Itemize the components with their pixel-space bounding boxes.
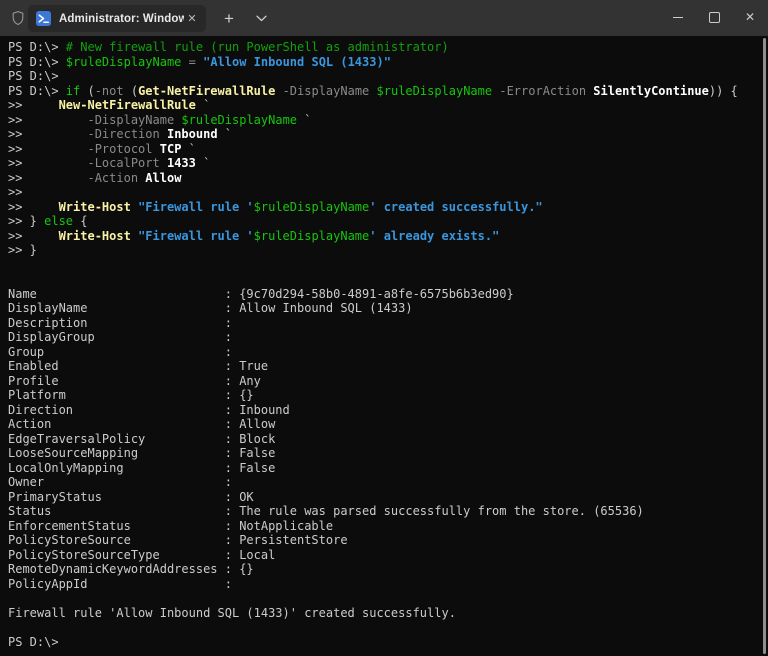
terminal-line: RemoteDynamicKeywordAddresses : {} [8, 562, 254, 576]
admin-shield-icon [9, 9, 27, 27]
terminal-line: >> -DisplayName $ruleDisplayName ` [8, 112, 312, 127]
title-bar: Administrator: Windows Pow ✕ + ✕ [0, 0, 768, 36]
terminal-line: PS D:\> if (-not (Get-NetFirewallRule -D… [8, 83, 738, 98]
terminal-line: Name : {9c70d294-58b0-4891-a8fe-6575b6b3… [8, 286, 514, 301]
terminal-line: PS D:\> [8, 69, 59, 83]
terminal-line: Platform : {} [8, 388, 254, 402]
minimize-icon [673, 16, 683, 18]
terminal-line: >> } [8, 243, 37, 257]
minimize-button[interactable] [660, 0, 696, 34]
terminal-line: Owner : [8, 475, 232, 489]
terminal-line: >> -Action Allow [8, 170, 182, 185]
powershell-icon [36, 11, 51, 26]
new-tab-button[interactable]: + [212, 5, 246, 32]
tab-title: Administrator: Windows Pow [59, 12, 184, 25]
terminal-output[interactable]: PS D:\> # New firewall rule (run PowerSh… [0, 36, 768, 656]
close-button[interactable]: ✕ [732, 0, 768, 34]
tab-dropdown-chevron-icon[interactable] [246, 5, 276, 32]
terminal-line: Group : [8, 344, 232, 359]
tab-administrator-powershell[interactable]: Administrator: Windows Pow ✕ [28, 5, 206, 32]
terminal-line: LocalOnlyMapping : False [8, 460, 276, 475]
terminal-line: DisplayName : Allow Inbound SQL (1433) [8, 301, 413, 315]
terminal-line: LooseSourceMapping : False [8, 446, 276, 460]
terminal-line: >> } else { [8, 214, 88, 228]
terminal-line: PS D:\> [8, 634, 59, 649]
terminal-line: Enabled : True [8, 359, 269, 373]
terminal-line: >> Write-Host "Firewall rule '$ruleDispl… [8, 199, 543, 214]
terminal-line: PolicyAppId : [8, 576, 232, 591]
terminal-line: PS D:\> # New firewall rule (run PowerSh… [8, 40, 449, 54]
terminal-line: >> -Direction Inbound ` [8, 127, 232, 141]
terminal-line: PrimaryStatus : OK [8, 489, 254, 504]
maximize-icon [708, 11, 720, 23]
terminal-line: Status : The rule was parsed successfull… [8, 504, 644, 518]
terminal-line: EdgeTraversalPolicy : Block [8, 431, 276, 446]
close-icon: ✕ [744, 10, 756, 24]
tab-close-icon[interactable]: ✕ [184, 11, 200, 27]
terminal-line: PolicyStoreSource : PersistentStore [8, 533, 348, 547]
terminal-window: Administrator: Windows Pow ✕ + ✕ PS D:\>… [0, 0, 768, 656]
terminal-line: >> Write-Host "Firewall rule '$ruleDispl… [8, 228, 500, 243]
terminal-line: Description : [8, 315, 232, 330]
terminal-line: PolicyStoreSourceType : Local [8, 547, 276, 562]
terminal-line: >> -LocalPort 1433 ` [8, 156, 211, 170]
terminal-line: Firewall rule 'Allow Inbound SQL (1433)'… [8, 605, 456, 620]
terminal-line: Direction : Inbound [8, 402, 290, 417]
maximize-button[interactable] [696, 0, 732, 34]
terminal-line: EnforcementStatus : NotApplicable [8, 518, 334, 533]
terminal-line: >> [8, 185, 23, 199]
scrollbar-thumb[interactable] [763, 38, 766, 654]
terminal-line: >> New-NetFirewallRule ` [8, 98, 211, 112]
terminal-line: PS D:\> $ruleDisplayName = "Allow Inboun… [8, 54, 391, 69]
terminal-line: Profile : Any [8, 373, 261, 388]
scrollbar[interactable] [762, 38, 768, 654]
terminal-line: DisplayGroup : [8, 330, 232, 344]
terminal-line: Action : Allow [8, 417, 276, 431]
terminal-line: >> -Protocol TCP ` [8, 141, 196, 156]
